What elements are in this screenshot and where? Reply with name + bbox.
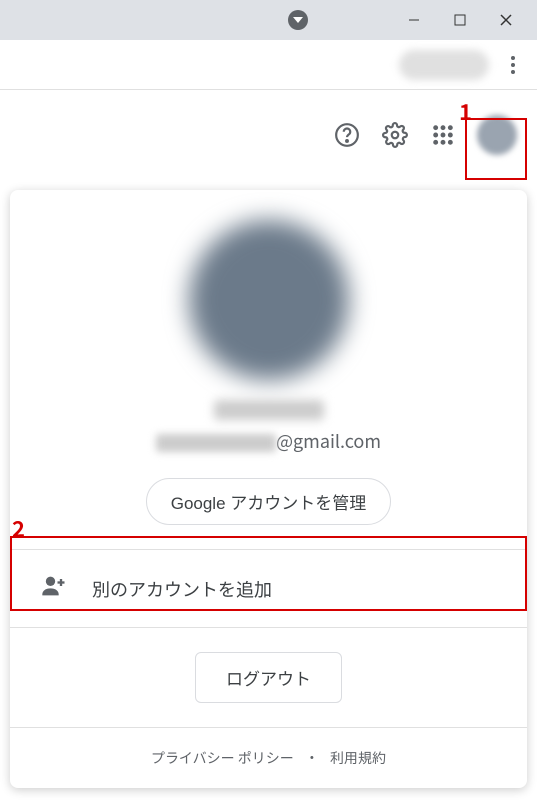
- add-person-icon: [40, 572, 68, 605]
- window-titlebar: [0, 0, 537, 40]
- help-icon[interactable]: [333, 121, 361, 149]
- account-email: @gmail.com: [10, 428, 527, 454]
- minimize-button[interactable]: [391, 0, 437, 40]
- header-toolbar: [0, 90, 537, 180]
- settings-gear-icon[interactable]: [381, 121, 409, 149]
- add-account-label: 別のアカウントを追加: [92, 576, 272, 602]
- profile-chip[interactable]: [399, 50, 489, 80]
- close-button[interactable]: [483, 0, 529, 40]
- separator: ・: [305, 748, 319, 768]
- account-popup: @gmail.com Google アカウントを管理 別のアカウントを追加 ログ…: [10, 190, 527, 788]
- account-avatar-large: [189, 220, 349, 380]
- add-account-button[interactable]: 別のアカウントを追加: [10, 550, 527, 627]
- terms-link[interactable]: 利用規約: [330, 748, 386, 768]
- divider: [10, 627, 527, 628]
- email-domain: @gmail.com: [276, 428, 381, 454]
- dropdown-icon[interactable]: [288, 10, 308, 30]
- browser-menu-icon[interactable]: [501, 53, 525, 77]
- logout-button[interactable]: ログアウト: [195, 652, 342, 703]
- footer-links: プライバシー ポリシー ・ 利用規約: [10, 728, 527, 788]
- manage-account-button[interactable]: Google アカウントを管理: [146, 478, 392, 525]
- account-name: [214, 400, 324, 420]
- annotation-marker-2: 2: [12, 512, 25, 544]
- maximize-button[interactable]: [437, 0, 483, 40]
- annotation-marker-1: 1: [459, 95, 472, 127]
- email-username-blurred: [156, 434, 276, 452]
- apps-grid-icon[interactable]: [429, 121, 457, 149]
- address-bar: [0, 40, 537, 90]
- privacy-policy-link[interactable]: プライバシー ポリシー: [151, 748, 294, 768]
- account-avatar-small[interactable]: [477, 115, 517, 155]
